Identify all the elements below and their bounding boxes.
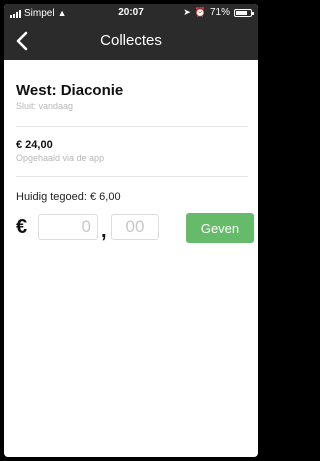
collection-detail: West: Diaconie Sluit: vandaag € 24,00 Op… (4, 60, 258, 457)
collection-header: West: Diaconie Sluit: vandaag (16, 82, 248, 111)
collected-amount: € 24,00 (16, 139, 53, 151)
decimal-separator: , (101, 220, 107, 242)
current-balance: Huidig tegoed: € 6,00 (16, 191, 121, 203)
balance-section: Huidig tegoed: € 6,00 (16, 191, 248, 203)
battery-percent: 71% (209, 7, 230, 18)
euros-input[interactable]: 0 (38, 214, 98, 240)
divider (16, 176, 248, 177)
alarm-icon: ⏰ (194, 7, 206, 17)
closing-time: Sluit: vandaag (16, 101, 74, 111)
status-right: ➤ ⏰ 71% (183, 7, 254, 18)
give-button[interactable]: Geven (186, 213, 254, 243)
divider (16, 126, 248, 127)
currency-symbol: € (16, 216, 28, 238)
location-icon: ➤ (183, 7, 191, 17)
collected-caption: Opgehaald via de app (16, 153, 105, 163)
page-title: Collectes (100, 32, 162, 49)
battery-icon (234, 8, 254, 17)
status-bar: Simpel ▲ 20:07 ➤ ⏰ 71% (4, 4, 258, 22)
donation-row: € 0 , 00 Geven (16, 213, 254, 243)
cents-input[interactable]: 00 (111, 214, 159, 240)
collected-amount-section: € 24,00 Opgehaald via de app (16, 139, 248, 163)
collection-title: West: Diaconie (16, 82, 124, 99)
app-screen: Simpel ▲ 20:07 ➤ ⏰ 71% Collectes West: D… (4, 4, 258, 457)
top-bar: Simpel ▲ 20:07 ➤ ⏰ 71% Collectes (4, 4, 258, 60)
navigation-bar: Collectes (4, 22, 258, 60)
